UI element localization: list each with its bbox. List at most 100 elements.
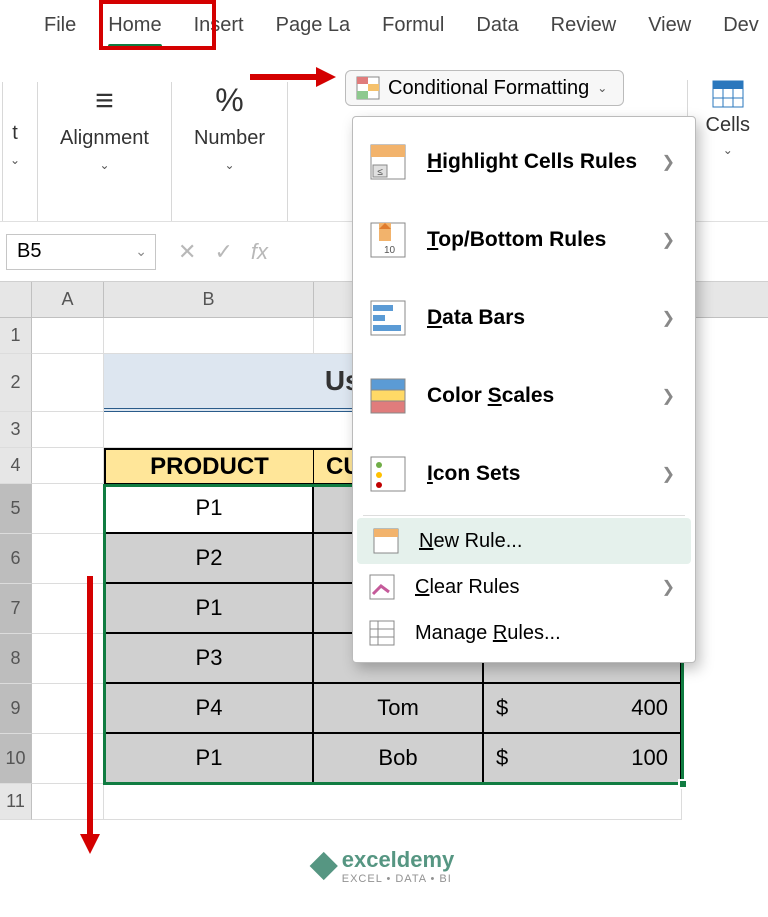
chevron-down-icon[interactable]: ⌄: [135, 243, 147, 260]
cancel-icon[interactable]: ✕: [174, 235, 200, 269]
row-header[interactable]: 3: [0, 412, 32, 448]
chevron-down-icon[interactable]: ⌄: [99, 158, 109, 172]
row-header[interactable]: 8: [0, 634, 32, 684]
annotation-arrow-head: [316, 67, 336, 87]
name-box-value: B5: [17, 240, 41, 263]
menu-data-bars[interactable]: Data Bars ❯: [353, 279, 695, 357]
chevron-right-icon: ❯: [662, 386, 675, 406]
table-row[interactable]: P4: [104, 684, 314, 734]
alignment-label: Alignment: [60, 127, 149, 150]
selection-handle[interactable]: [678, 779, 688, 789]
cells-label: Cells: [706, 114, 750, 137]
formula-bar-controls: ✕ ✓ fx: [174, 235, 272, 269]
cell[interactable]: [32, 354, 104, 412]
watermark-tag: EXCEL • DATA • BI: [342, 873, 455, 885]
table-header-product[interactable]: PRODUCT: [104, 448, 314, 484]
table-row[interactable]: $400: [484, 684, 682, 734]
table-row[interactable]: P1: [104, 734, 314, 784]
chevron-down-icon[interactable]: ⌄: [224, 158, 234, 172]
row-header[interactable]: 4: [0, 448, 32, 484]
row-header[interactable]: 11: [0, 784, 32, 820]
menu-label: New Rule...: [419, 530, 671, 553]
conditional-formatting-icon: [356, 76, 380, 100]
table-row[interactable]: Tom: [314, 684, 484, 734]
menu-top-bottom-rules[interactable]: 10 Top/Bottom Rules ❯: [353, 201, 695, 279]
chevron-down-icon: ⌄: [597, 81, 607, 95]
new-rule-icon: [373, 528, 399, 554]
tab-insert[interactable]: Insert: [178, 8, 260, 52]
manage-rules-icon: [369, 620, 395, 646]
conditional-formatting-button[interactable]: Conditional Formatting ⌄: [345, 70, 624, 106]
cell[interactable]: [32, 448, 104, 484]
ribbon-group-number[interactable]: % Number ⌄: [172, 82, 288, 221]
row-header[interactable]: 7: [0, 584, 32, 634]
name-box[interactable]: B5 ⌄: [6, 234, 156, 270]
watermark-icon: [310, 852, 338, 880]
tab-page-layout[interactable]: Page La: [260, 8, 367, 52]
tab-data[interactable]: Data: [460, 8, 534, 52]
menu-manage-rules[interactable]: Manage Rules...: [353, 610, 695, 656]
row-header[interactable]: 10: [0, 734, 32, 784]
cell[interactable]: [32, 484, 104, 534]
menu-label: Color Scales: [427, 384, 642, 408]
cell[interactable]: [32, 534, 104, 584]
table-row[interactable]: P1: [104, 484, 314, 534]
menu-color-scales[interactable]: Color Scales ❯: [353, 357, 695, 435]
highlight-cells-icon: ≤: [369, 143, 407, 181]
menu-label: Data Bars: [427, 306, 642, 330]
menu-icon-sets[interactable]: Icon Sets ❯: [353, 435, 695, 513]
ribbon-group-cells[interactable]: Cells ⌄: [687, 80, 760, 200]
chevron-right-icon: ❯: [662, 308, 675, 328]
data-bars-icon: [369, 299, 407, 337]
ribbon-tabs: File Home Insert Page La Formul Data Rev…: [0, 0, 768, 52]
tab-developer[interactable]: Dev: [707, 8, 768, 52]
cell[interactable]: [32, 318, 104, 354]
annotation-arrow-head: [80, 834, 100, 854]
chevron-right-icon: ❯: [662, 464, 675, 484]
tab-home[interactable]: Home: [92, 8, 177, 52]
cell[interactable]: [32, 584, 104, 634]
cell[interactable]: [32, 784, 104, 820]
col-header-A[interactable]: A: [32, 282, 104, 317]
cell[interactable]: [32, 412, 104, 448]
ribbon-truncated-label: t: [12, 122, 18, 145]
cell[interactable]: [32, 634, 104, 684]
menu-label: Top/Bottom Rules: [427, 228, 642, 252]
tab-file[interactable]: File: [28, 8, 92, 52]
ribbon-group-alignment[interactable]: ≡ Alignment ⌄: [38, 82, 172, 221]
menu-clear-rules[interactable]: Clear Rules ❯: [353, 564, 695, 610]
chevron-right-icon: ❯: [662, 230, 675, 250]
row-header[interactable]: 1: [0, 318, 32, 354]
chevron-right-icon: ❯: [662, 577, 675, 597]
chevron-right-icon: ❯: [662, 152, 675, 172]
table-row[interactable]: P1: [104, 584, 314, 634]
cell[interactable]: [104, 318, 314, 354]
conditional-formatting-menu: ≤ Highlight Cells Rules ❯ 10 Top/Bottom …: [352, 116, 696, 663]
confirm-icon[interactable]: ✓: [210, 235, 236, 269]
fx-icon[interactable]: fx: [247, 235, 272, 269]
tab-review[interactable]: Review: [535, 8, 633, 52]
cell[interactable]: [32, 684, 104, 734]
select-all-corner[interactable]: [0, 282, 32, 317]
table-row[interactable]: P3: [104, 634, 314, 684]
cell[interactable]: [104, 784, 682, 820]
row-header[interactable]: 9: [0, 684, 32, 734]
cell[interactable]: [32, 734, 104, 784]
menu-label: Clear Rules: [415, 576, 642, 599]
alignment-icon: ≡: [95, 82, 114, 119]
col-header-B[interactable]: B: [104, 282, 314, 317]
row-header[interactable]: 2: [0, 354, 32, 412]
row-header[interactable]: 5: [0, 484, 32, 534]
chevron-down-icon[interactable]: ⌄: [10, 153, 20, 167]
menu-highlight-cells-rules[interactable]: ≤ Highlight Cells Rules ❯: [353, 123, 695, 201]
row-header[interactable]: 6: [0, 534, 32, 584]
tab-view[interactable]: View: [632, 8, 707, 52]
top-bottom-icon: 10: [369, 221, 407, 259]
chevron-down-icon[interactable]: ⌄: [723, 143, 733, 157]
table-row[interactable]: P2: [104, 534, 314, 584]
watermark-name: exceldemy: [342, 847, 455, 873]
tab-formulas[interactable]: Formul: [366, 8, 460, 52]
menu-new-rule[interactable]: New Rule...: [357, 518, 691, 564]
table-row[interactable]: Bob: [314, 734, 484, 784]
table-row[interactable]: $100: [484, 734, 682, 784]
